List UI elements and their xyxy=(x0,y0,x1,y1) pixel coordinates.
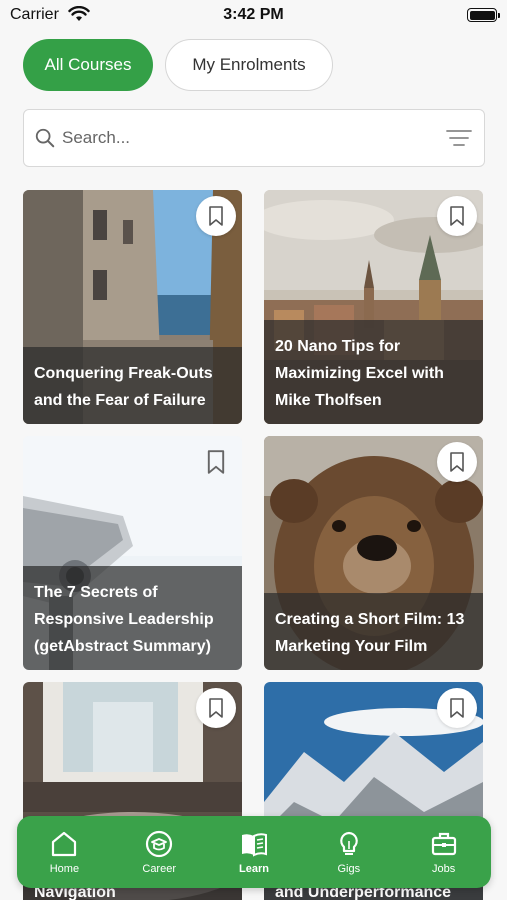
bookmark-button[interactable] xyxy=(437,442,477,482)
course-title: Conquering Freak-Outs and the Fear of Fa… xyxy=(23,347,242,424)
status-time: 3:42 PM xyxy=(223,6,284,23)
course-title: Creating a Short Film: 13 Marketing Your… xyxy=(264,593,483,670)
course-title: The 7 Secrets of Responsive Leadership (… xyxy=(23,566,242,670)
learn-icon xyxy=(241,833,267,857)
filter-icon[interactable] xyxy=(446,128,472,148)
nav-career[interactable]: Career xyxy=(112,816,207,888)
search-input[interactable] xyxy=(62,128,446,148)
jobs-icon xyxy=(431,832,456,856)
nav-label: Gigs xyxy=(337,863,361,875)
bookmark-button[interactable] xyxy=(196,196,236,236)
course-tabs: All Courses My Enrolments xyxy=(23,39,333,91)
home-icon xyxy=(52,831,77,857)
nav-jobs[interactable]: Jobs xyxy=(396,816,491,888)
nav-home[interactable]: Home xyxy=(17,816,112,888)
career-icon xyxy=(146,830,173,858)
course-card[interactable]: The 7 Secrets of Responsive Leadership (… xyxy=(23,436,242,670)
course-card[interactable]: 20 Nano Tips for Maximizing Excel with M… xyxy=(264,190,483,424)
nav-learn[interactable]: Learn xyxy=(207,816,302,888)
course-card[interactable]: Conquering Freak-Outs and the Fear of Fa… xyxy=(23,190,242,424)
bottom-nav: Home Career Learn Gigs Jobs xyxy=(17,816,491,888)
nav-label: Learn xyxy=(239,863,269,875)
bookmark-icon xyxy=(450,206,464,226)
search-bar xyxy=(23,109,485,167)
gigs-icon xyxy=(339,831,358,855)
status-bar: Carrier 3:42 PM xyxy=(0,0,507,32)
bookmark-icon xyxy=(450,452,464,472)
course-card[interactable]: Creating a Short Film: 13 Marketing Your… xyxy=(264,436,483,670)
bookmark-button[interactable] xyxy=(196,688,236,728)
bookmark-icon xyxy=(450,698,464,718)
battery-icon xyxy=(467,8,500,22)
course-title: 20 Nano Tips for Maximizing Excel with M… xyxy=(264,320,483,424)
nav-label: Jobs xyxy=(431,863,456,875)
bookmark-button[interactable] xyxy=(437,688,477,728)
nav-label: Career xyxy=(142,863,176,875)
bookmark-icon xyxy=(209,206,223,226)
bookmark-icon[interactable] xyxy=(206,450,226,474)
tab-all-courses[interactable]: All Courses xyxy=(23,39,153,91)
search-icon xyxy=(35,128,55,148)
tab-my-enrolments[interactable]: My Enrolments xyxy=(165,39,333,91)
nav-gigs[interactable]: Gigs xyxy=(301,816,396,888)
bookmark-button[interactable] xyxy=(437,196,477,236)
nav-label: Home xyxy=(49,863,80,875)
bookmark-icon xyxy=(209,698,223,718)
